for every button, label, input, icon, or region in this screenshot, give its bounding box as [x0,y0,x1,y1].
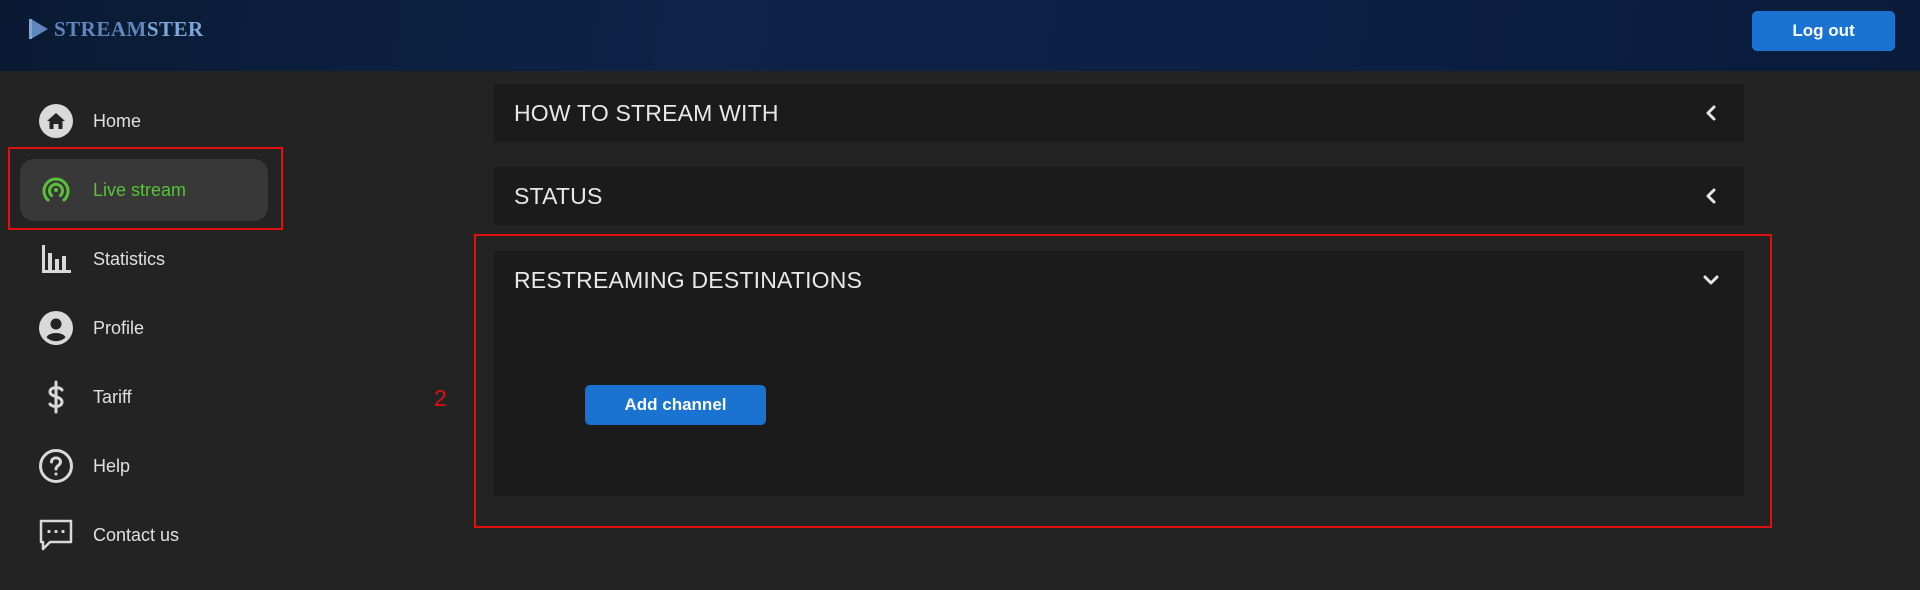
chat-icon [38,517,74,553]
logo-text: STREAMSTER [54,16,204,41]
sidebar-item-tariff[interactable]: Tariff [20,366,268,428]
add-channel-button[interactable]: Add channel [585,385,766,425]
panel-title: RESTREAMING DESTINATIONS [514,266,863,293]
panel-header-restreaming[interactable]: RESTREAMING DESTINATIONS [494,251,1744,309]
panel-status: STATUS [494,167,1744,225]
panel-how-to-stream: HOW TO STREAM WITH [494,84,1744,142]
sidebar-item-profile[interactable]: Profile [20,297,268,359]
panel-header-status[interactable]: STATUS [494,167,1744,225]
panel-restreaming-destinations: RESTREAMING DESTINATIONS Add channel [494,251,1744,496]
sidebar-item-statistics[interactable]: Statistics [20,228,268,290]
home-icon [38,103,74,139]
sidebar-item-label: Help [93,455,131,476]
panel-title: HOW TO STREAM WITH [514,99,779,126]
panel-header-how-to-stream[interactable]: HOW TO STREAM WITH [494,84,1744,142]
streamster-logo[interactable]: STREAMSTER [28,15,204,43]
panel-title: STATUS [514,182,603,209]
user-circle-icon [38,310,74,346]
sidebar-item-home[interactable]: Home [20,90,268,152]
top-header: STREAMSTER Log out [0,0,1920,71]
sidebar-item-help[interactable]: Help [20,435,268,497]
sidebar-item-label: Contact us [93,524,180,545]
logout-button[interactable]: Log out [1752,11,1895,51]
sidebar-item-label: Statistics [93,248,166,269]
question-circle-icon [38,448,74,484]
sidebar-item-label: Tariff [93,386,132,407]
dollar-icon [38,379,74,415]
sidebar-item-label: Home [93,110,142,131]
highlight-box-live-stream [8,147,283,230]
play-logo-icon [29,19,48,39]
sidebar-item-label: Profile [93,317,145,338]
bar-chart-icon [38,241,74,277]
chevron-down-icon[interactable] [1702,271,1720,289]
chevron-left-icon[interactable] [1702,104,1720,122]
step-number-label: 2 [434,385,447,411]
sidebar-item-contact-us[interactable]: Contact us [20,504,268,566]
chevron-left-icon[interactable] [1702,187,1720,205]
